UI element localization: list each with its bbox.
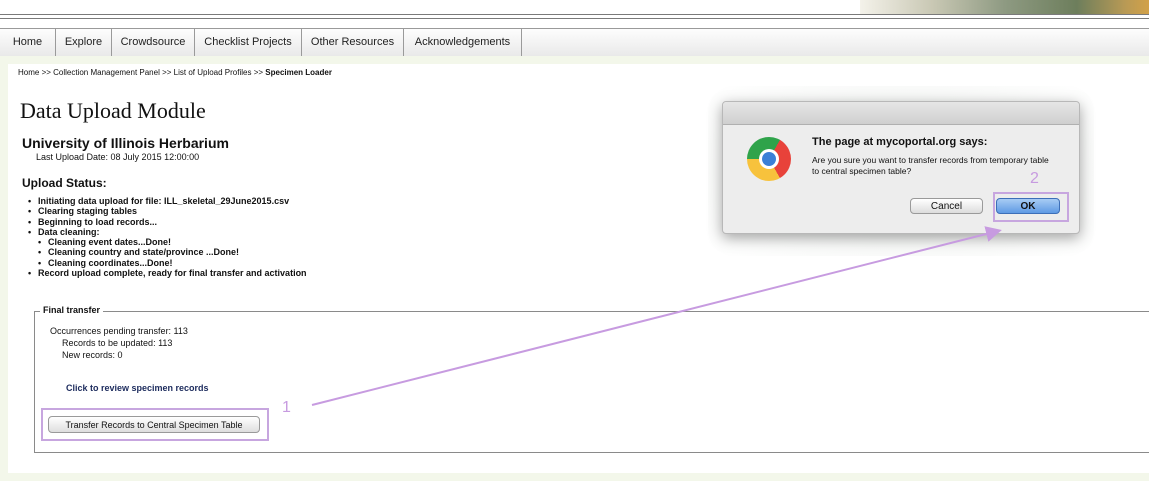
cancel-button[interactable]: Cancel [910,198,983,214]
annotation-step-1: 1 [282,399,291,416]
divider [0,14,1149,15]
main-nav: Home Explore Crowdsource Checklist Proje… [0,28,1149,57]
status-item: Beginning to load records... [28,217,307,228]
dialog-title: The page at mycoportal.org says: [812,136,988,148]
status-subitem: Cleaning coordinates...Done! [38,258,307,269]
annotation-box-2 [993,192,1069,222]
updated-count: Records to be updated: 113 [62,338,173,348]
new-count: New records: 0 [62,350,123,360]
chrome-icon [747,137,791,181]
status-item: Clearing staging tables [28,206,307,217]
nav-crowdsource[interactable]: Crowdsource [112,29,195,56]
nav-home[interactable]: Home [0,29,56,56]
page-title: Data Upload Module [20,98,206,123]
breadcrumb-current: Specimen Loader [265,68,332,77]
dialog-message: Are you sure you want to transfer record… [812,155,1049,176]
nav-checklist-projects[interactable]: Checklist Projects [195,29,302,56]
status-item: Record upload complete, ready for final … [28,268,307,279]
status-subitem: Cleaning country and state/province ...D… [38,247,307,258]
pending-count: Occurrences pending transfer: 113 [50,326,188,336]
review-records-link[interactable]: Click to review specimen records [66,383,209,393]
site-banner [0,0,1149,14]
breadcrumb: Home >> Collection Management Panel >> L… [18,68,332,77]
institution-name: University of Illinois Herbarium [22,135,229,151]
dialog-titlebar[interactable] [723,102,1079,125]
upload-status-heading: Upload Status: [22,176,107,190]
nav-acknowledgements[interactable]: Acknowledgements [404,29,522,56]
annotation-step-2: 2 [1030,170,1039,187]
annotation-box-1 [41,408,269,441]
last-upload-date: Last Upload Date: 08 July 2015 12:00:00 [36,152,200,162]
nav-explore[interactable]: Explore [56,29,112,56]
banner-image [860,0,1149,14]
final-transfer-legend: Final transfer [40,305,104,315]
status-subitem: Cleaning event dates...Done! [38,237,307,248]
status-item: Data cleaning: [28,227,307,238]
divider [0,18,1149,19]
nav-other-resources[interactable]: Other Resources [302,29,404,56]
upload-status-list: Initiating data upload for file: ILL_ske… [28,196,307,279]
breadcrumb-path[interactable]: Home >> Collection Management Panel >> L… [18,68,265,77]
status-item: Initiating data upload for file: ILL_ske… [28,196,307,207]
